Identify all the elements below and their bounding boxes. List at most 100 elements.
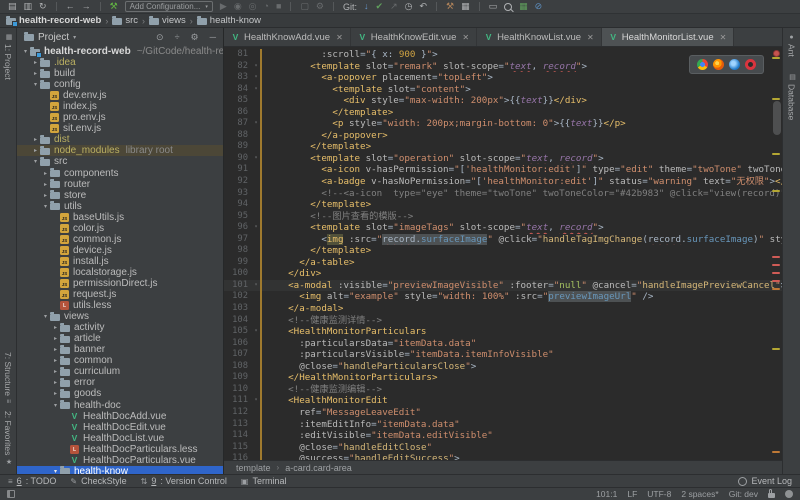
synchronize-button[interactable]: ↻ <box>39 2 47 11</box>
run-coverage-button[interactable]: ◎ <box>249 2 257 11</box>
code-line-94[interactable]: 94 </template> <box>224 199 782 211</box>
code-line-107[interactable]: 107 :particularsVisible="itemData.itemIn… <box>224 349 782 361</box>
save-all-button[interactable]: ▥ <box>24 2 33 11</box>
code-line-97[interactable]: 97 <img :src="record.surfaceImage" @clic… <box>224 234 782 246</box>
fold-marker-icon[interactable]: ▾ <box>252 84 260 96</box>
tree-item-HealthDocParticulars.vue[interactable]: VHealthDocParticulars.vue <box>17 455 223 466</box>
expand-arrow-icon[interactable]: ▾ <box>21 48 30 55</box>
stripe-button-database[interactable]: ▤Database <box>787 73 797 120</box>
tree-item-HealthDocParticulars.less[interactable]: LHealthDocParticulars.less <box>17 444 223 455</box>
tree-item-color.js[interactable]: JScolor.js <box>17 223 223 234</box>
status-caret-position[interactable]: 101:1 <box>596 489 617 499</box>
forward-button[interactable]: → <box>82 2 91 11</box>
stripe-mark[interactable] <box>772 348 780 350</box>
breadcrumb-item-views[interactable]: views <box>149 15 186 26</box>
debug-button[interactable]: ◉ <box>234 2 242 11</box>
tree-item-activity[interactable]: ▸activity <box>17 322 223 333</box>
fold-marker-icon[interactable]: ▾ <box>252 222 260 234</box>
tree-item-HealthDocEdit.vue[interactable]: VHealthDocEdit.vue <box>17 422 223 433</box>
tree-item-store[interactable]: ▸store <box>17 190 223 201</box>
code-line-116[interactable]: 116 @success="handleEditSuccess"> <box>224 453 782 460</box>
fold-marker-icon[interactable]: ▾ <box>252 153 260 165</box>
tree-item-install.js[interactable]: JSinstall.js <box>17 256 223 267</box>
tree-item-router[interactable]: ▸router <box>17 179 223 190</box>
stripe-button----favorites[interactable]: 2: Favorites★ <box>3 411 13 466</box>
status-encoding[interactable]: UTF-8 <box>647 489 671 499</box>
code-line-104[interactable]: 104 <!--健康监测详情--> <box>224 315 782 327</box>
toolwindow-todo-button[interactable]: ≡6: TODO <box>8 476 56 486</box>
run-configuration-combo[interactable]: Add Configuration...▾ <box>125 1 213 12</box>
tree-item-node_modules[interactable]: ▸node_moduleslibrary root <box>17 145 223 156</box>
expand-arrow-icon[interactable]: ▾ <box>31 158 40 165</box>
tree-item-goods[interactable]: ▸goods <box>17 388 223 399</box>
close-icon[interactable]: ✕ <box>336 33 343 42</box>
code-line-105[interactable]: 105▾ <HealthMonitorParticulars <box>224 326 782 338</box>
build-button[interactable]: ⚒ <box>110 2 118 11</box>
tree-item-components[interactable]: ▸components <box>17 168 223 179</box>
stripe-button----project[interactable]: ▦1: Project <box>3 33 13 80</box>
expand-arrow-icon[interactable]: ▸ <box>51 379 60 386</box>
fold-marker-icon[interactable]: ▾ <box>252 118 260 130</box>
expand-arrow-icon[interactable]: ▸ <box>51 335 60 342</box>
code-line-115[interactable]: 115 @close="handleEditClose" <box>224 442 782 454</box>
code-line-98[interactable]: 98 </template> <box>224 245 782 257</box>
tree-item-device.js[interactable]: JSdevice.js <box>17 245 223 256</box>
tree-item-health-record-web[interactable]: ▾health-record-web~/GitCode/health-recor… <box>17 46 223 57</box>
stripe-button-ant[interactable]: ●Ant <box>787 34 797 57</box>
tree-item-sit.env.js[interactable]: JSsit.env.js <box>17 123 223 134</box>
search-everywhere-button[interactable] <box>504 3 512 11</box>
highlighting-level-icon[interactable] <box>785 490 793 498</box>
code-line-112[interactable]: 112 ref="MessageLeaveEdit" <box>224 407 782 419</box>
tree-item-utils[interactable]: ▾utils <box>17 201 223 212</box>
code-line-88[interactable]: 88 </a-popover> <box>224 130 782 142</box>
fold-marker-icon[interactable]: ▾ <box>252 72 260 84</box>
tree-item-request.js[interactable]: JSrequest.js <box>17 289 223 300</box>
fold-marker-icon[interactable]: ▾ <box>252 326 260 338</box>
project-structure-button[interactable]: ▦ <box>461 2 470 11</box>
editor-breadcrumb-item[interactable]: a-card.card-area <box>285 463 352 473</box>
close-icon[interactable]: ✕ <box>720 33 727 42</box>
git-push-button[interactable]: ↗ <box>390 2 398 11</box>
expand-arrow-icon[interactable]: ▸ <box>31 70 40 77</box>
toolwindow-version-control-button[interactable]: ⇅9: Version Control <box>141 476 227 486</box>
tree-item-localstorage.js[interactable]: JSlocalstorage.js <box>17 267 223 278</box>
stripe-mark[interactable] <box>772 98 780 100</box>
tree-item-baseUtils.js[interactable]: JSbaseUtils.js <box>17 212 223 223</box>
code-line-87[interactable]: 87▾ <p style="width: 200px;margin-bottom… <box>224 118 782 130</box>
expand-arrow-icon[interactable]: ▸ <box>41 181 50 188</box>
settings-button[interactable]: ⚙ <box>191 32 199 43</box>
tree-item-banner[interactable]: ▸banner <box>17 344 223 355</box>
breadcrumb-item-health-know[interactable]: health-know <box>197 15 261 26</box>
tree-item-views[interactable]: ▾views <box>17 311 223 322</box>
code-line-95[interactable]: 95 <!--图片查看的模版--> <box>224 211 782 223</box>
power-save-button[interactable]: ⊘ <box>535 2 543 11</box>
status-indent[interactable]: 2 spaces* <box>681 489 718 499</box>
tree-item-HealthDocList.vue[interactable]: VHealthDocList.vue <box>17 433 223 444</box>
stripe-mark[interactable] <box>772 288 780 290</box>
tab-HealthKnowAdd.vue[interactable]: VHealthKnowAdd.vue✕ <box>224 28 351 46</box>
breadcrumb-item-src[interactable]: src <box>112 15 138 26</box>
code-line-109[interactable]: 109 </HealthMonitorParticulars> <box>224 372 782 384</box>
monitor-button[interactable]: ▭ <box>489 2 498 11</box>
back-button[interactable]: ← <box>66 2 75 11</box>
code-line-93[interactable]: 93 <!--<a-icon type="eye" theme="twoTone… <box>224 188 782 200</box>
stripe-mark[interactable] <box>772 57 780 59</box>
close-icon[interactable]: ✕ <box>587 33 594 42</box>
code-line-102[interactable]: 102 <img alt="example" style="width: 100… <box>224 291 782 303</box>
stripe-mark[interactable] <box>772 264 780 266</box>
tree-item-src[interactable]: ▾src <box>17 156 223 167</box>
expand-arrow-icon[interactable]: ▸ <box>41 170 50 177</box>
git-commit-button[interactable]: ✔ <box>376 2 384 11</box>
breadcrumb-item-health-record-web[interactable]: health-record-web <box>6 15 101 26</box>
code-editor[interactable]: 81 :scroll="{ x: 900 }">82▾ <template sl… <box>224 47 782 460</box>
code-line-86[interactable]: 86 </template> <box>224 107 782 119</box>
tree-item-article[interactable]: ▸article <box>17 333 223 344</box>
code-line-84[interactable]: 84▾ <template slot="content"> <box>224 84 782 96</box>
expand-arrow-icon[interactable]: ▸ <box>51 390 60 397</box>
tree-item-common.js[interactable]: JScommon.js <box>17 234 223 245</box>
stripe-button----structure[interactable]: 7: Structure≡ <box>3 352 13 403</box>
save-all-green-button[interactable]: ▦ <box>519 2 528 11</box>
stripe-mark[interactable] <box>772 153 780 155</box>
toolwindow-terminal-button[interactable]: ▣Terminal <box>241 476 287 486</box>
expand-arrow-icon[interactable]: ▸ <box>51 357 60 364</box>
